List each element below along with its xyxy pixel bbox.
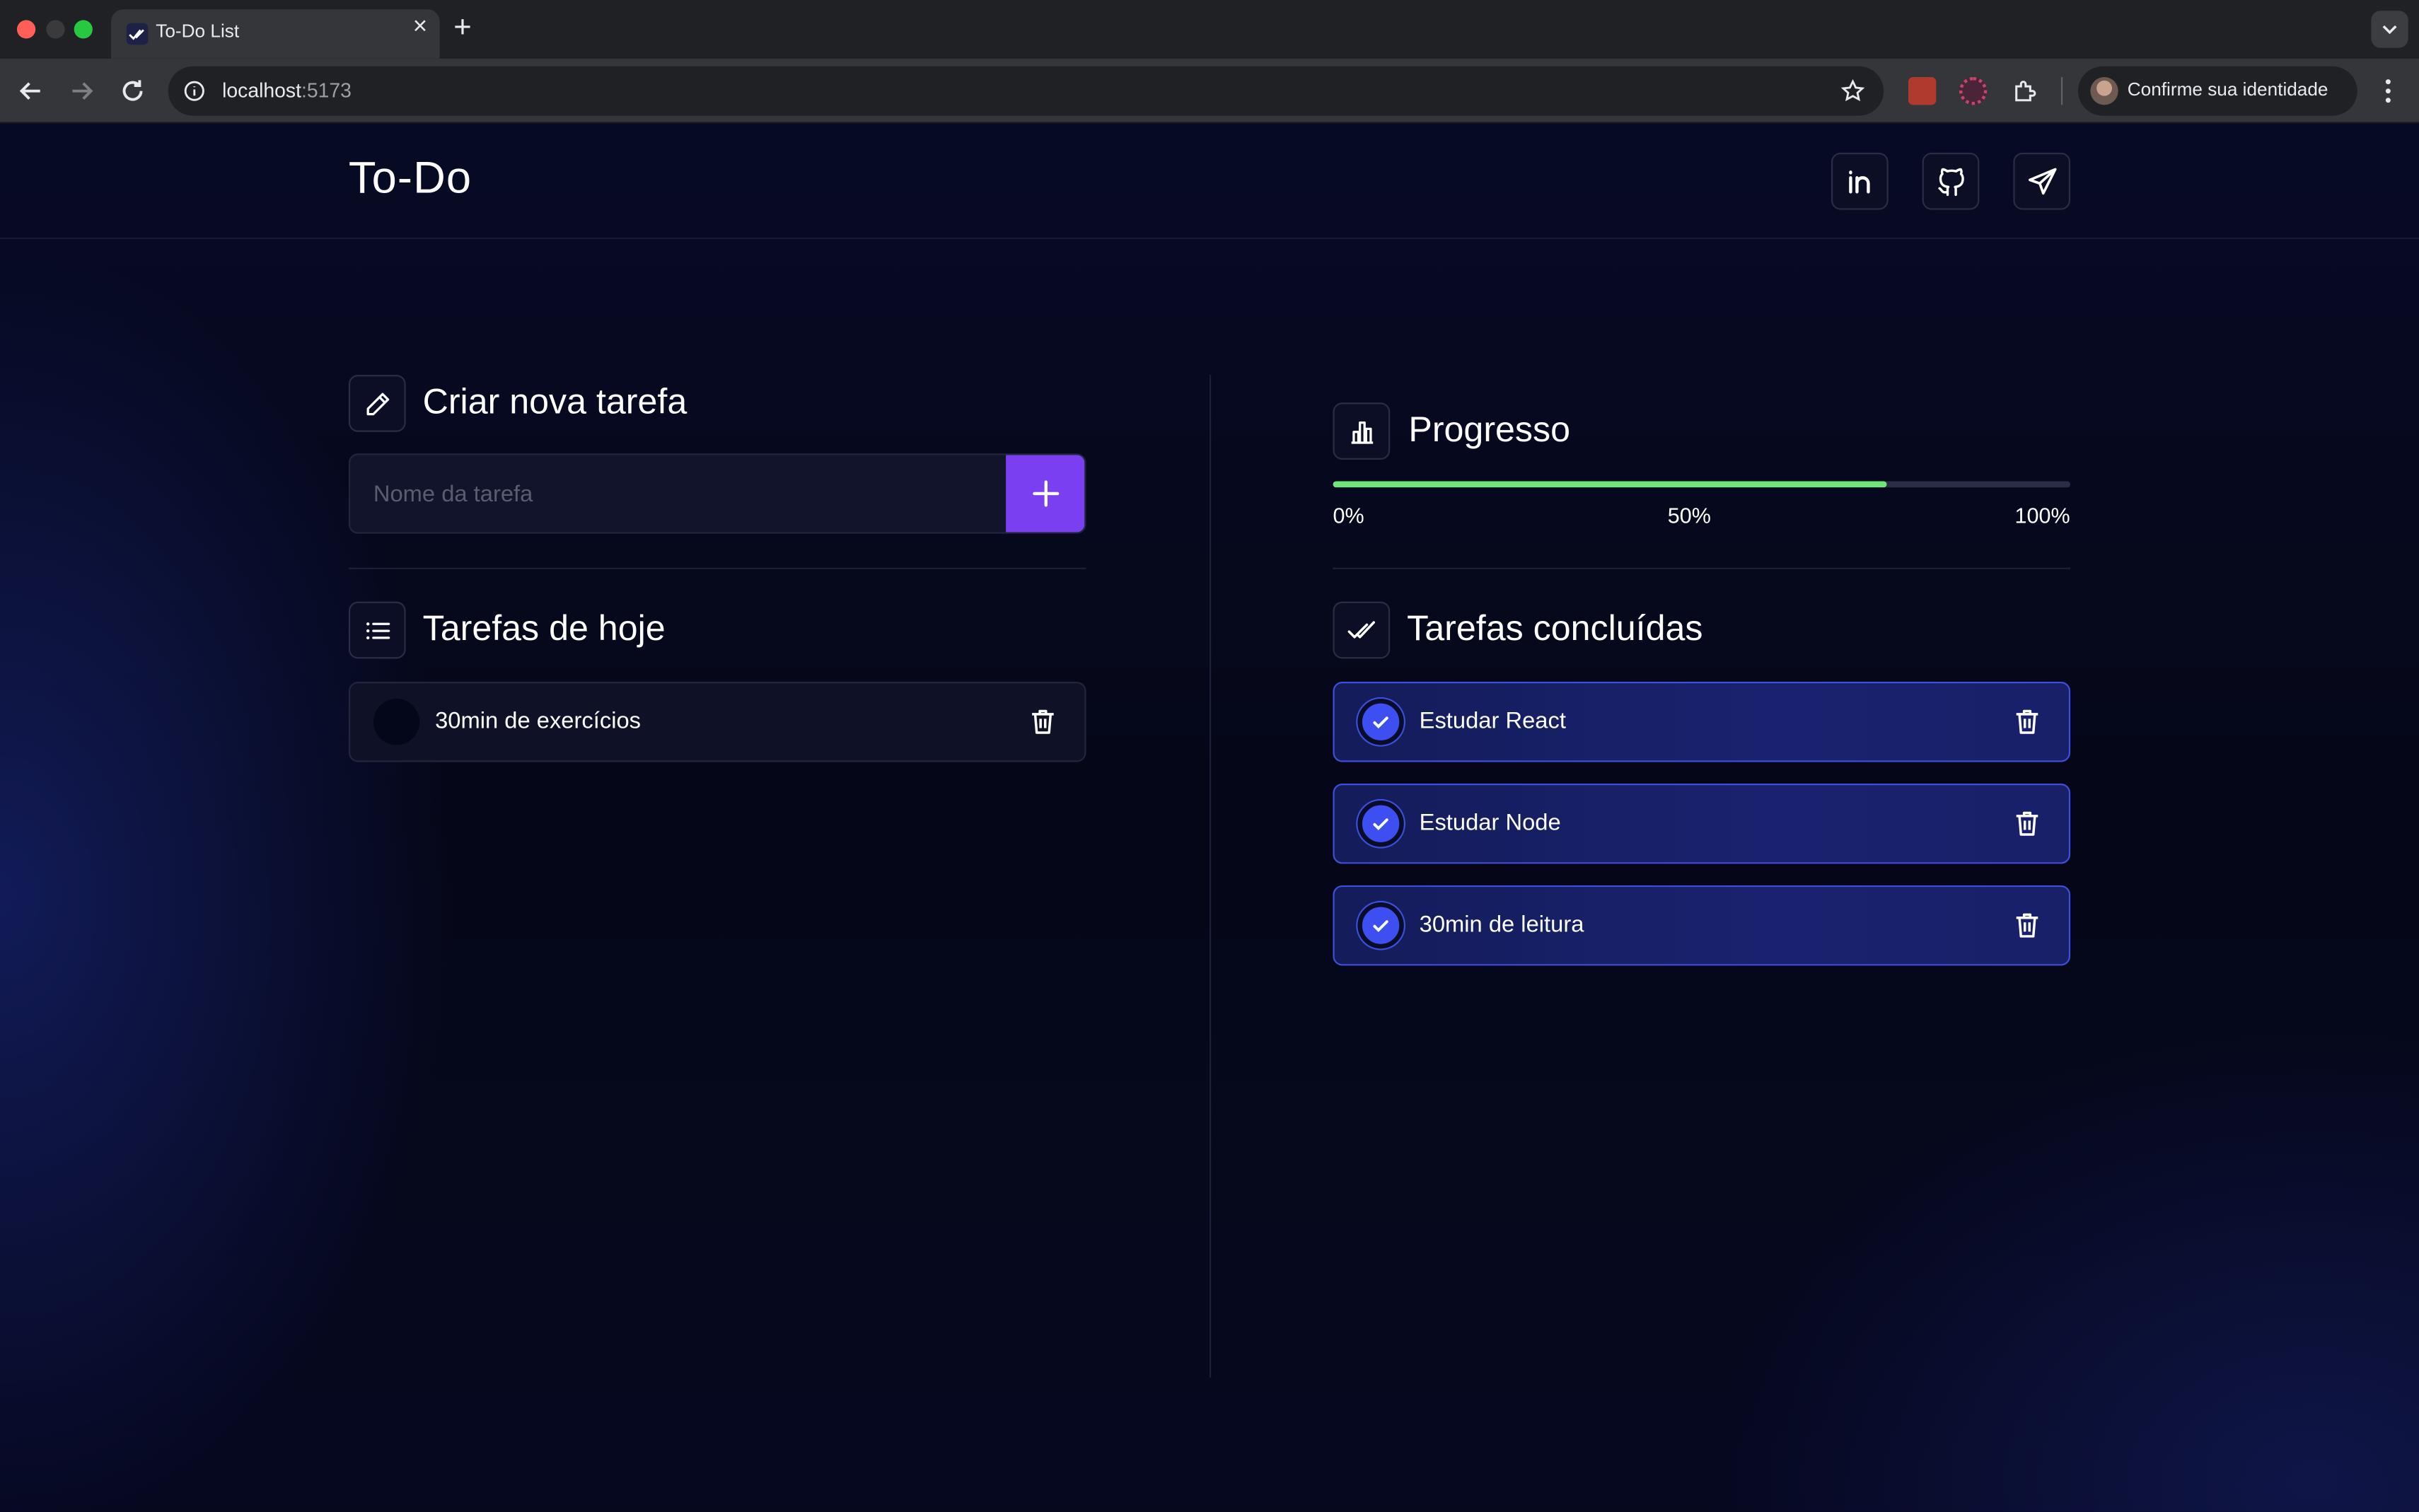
task-checkbox[interactable] [373, 699, 420, 745]
trash-icon[interactable] [2012, 808, 2043, 839]
progress-label-max: 100% [2014, 503, 2070, 528]
today-section-title: Tarefas de hoje [422, 607, 666, 649]
address-bar[interactable]: localhost:5173 [168, 66, 1884, 116]
minimize-window-button[interactable] [46, 20, 65, 39]
app-page: To-Do Criar nova tarefa Nome da tarefa T… [0, 123, 2419, 1512]
progress-section-title: Progresso [1408, 408, 1571, 449]
tab-title: To-Do List [156, 20, 240, 42]
app-header: To-Do [0, 123, 2419, 240]
task-checkbox-checked[interactable] [1357, 801, 1404, 847]
task-checkbox-checked[interactable] [1357, 902, 1404, 949]
profile-button[interactable]: Confirme sua identidade [2077, 66, 2357, 116]
plus-icon [1032, 480, 1059, 507]
site-info-icon[interactable] [184, 80, 206, 102]
double-check-icon [1347, 620, 1374, 638]
toolbar-divider [2060, 77, 2063, 105]
completed-task-item: 30min de leitura [1333, 885, 2071, 966]
maximize-window-button[interactable] [74, 20, 93, 39]
check-icon [1373, 818, 1388, 831]
progress-bar-fill [1333, 481, 1886, 488]
progress-section-icon-box [1333, 402, 1391, 460]
extension-red-icon[interactable] [1908, 77, 1937, 105]
avatar [2090, 77, 2118, 105]
task-name-input[interactable] [350, 455, 1008, 533]
today-section-icon-box [348, 601, 406, 659]
browser-tab[interactable]: To-Do List × [111, 9, 440, 59]
linkedin-button[interactable] [1831, 152, 1889, 210]
trash-icon[interactable] [2012, 910, 2043, 941]
progress-bar [1333, 481, 2071, 488]
favicon-icon [126, 23, 149, 45]
browser-toolbar: localhost:5173 Confirme sua identidade [0, 58, 2419, 124]
url-text: localhost:5173 [222, 78, 352, 102]
bookmark-star-icon[interactable] [1840, 78, 1865, 103]
column-divider [1209, 375, 1212, 1378]
progress-label-mid: 50% [1667, 503, 1711, 528]
task-label: 30min de exercícios [435, 708, 642, 735]
extensions-puzzle-icon[interactable] [2012, 77, 2039, 105]
section-divider [348, 567, 1086, 569]
completed-task-item: Estudar React [1333, 682, 2071, 762]
task-label: 30min de leitura [1419, 912, 1584, 938]
task-label: Estudar React [1419, 708, 1566, 735]
completed-section-icon-box [1333, 601, 1391, 659]
check-icon [1373, 716, 1388, 729]
list-icon [365, 621, 390, 639]
telegram-button[interactable] [2013, 152, 2071, 210]
linkedin-icon [1848, 170, 1869, 193]
github-button[interactable] [1922, 152, 1980, 210]
browser-tab-bar: To-Do List × + [0, 0, 2419, 59]
check-icon [1373, 920, 1388, 932]
browser-menu-icon[interactable] [2376, 74, 2401, 108]
profile-label: Confirme sua identidade [2127, 78, 2328, 100]
trash-icon[interactable] [2012, 706, 2043, 738]
reload-icon[interactable] [116, 74, 150, 108]
create-section-icon-box [348, 375, 406, 432]
forward-icon[interactable] [65, 74, 99, 108]
chevron-down-icon [2382, 25, 2397, 35]
github-icon [1937, 167, 1963, 195]
close-window-button[interactable] [16, 20, 36, 39]
section-divider [1333, 567, 2071, 569]
close-tab-icon[interactable]: × [413, 14, 427, 42]
new-tab-button[interactable]: + [453, 9, 471, 46]
completed-section-title: Tarefas concluídas [1407, 607, 1703, 649]
trash-icon[interactable] [1028, 706, 1059, 738]
progress-label-min: 0% [1333, 503, 1364, 528]
telegram-icon [2027, 167, 2056, 194]
pencil-icon [366, 392, 389, 415]
new-task-form [348, 453, 1086, 534]
bar-chart-icon [1350, 420, 1373, 443]
task-item: 30min de exercícios [348, 682, 1086, 762]
extension-pink-icon[interactable] [1959, 77, 1988, 105]
tab-search-button[interactable] [2371, 11, 2408, 48]
task-label: Estudar Node [1419, 810, 1561, 837]
back-icon[interactable] [14, 74, 48, 108]
task-checkbox-checked[interactable] [1357, 699, 1404, 745]
completed-task-item: Estudar Node [1333, 784, 2071, 864]
add-task-button[interactable] [1006, 455, 1085, 533]
create-section-title: Criar nova tarefa [422, 380, 688, 421]
brand-title: To-Do [348, 154, 472, 204]
